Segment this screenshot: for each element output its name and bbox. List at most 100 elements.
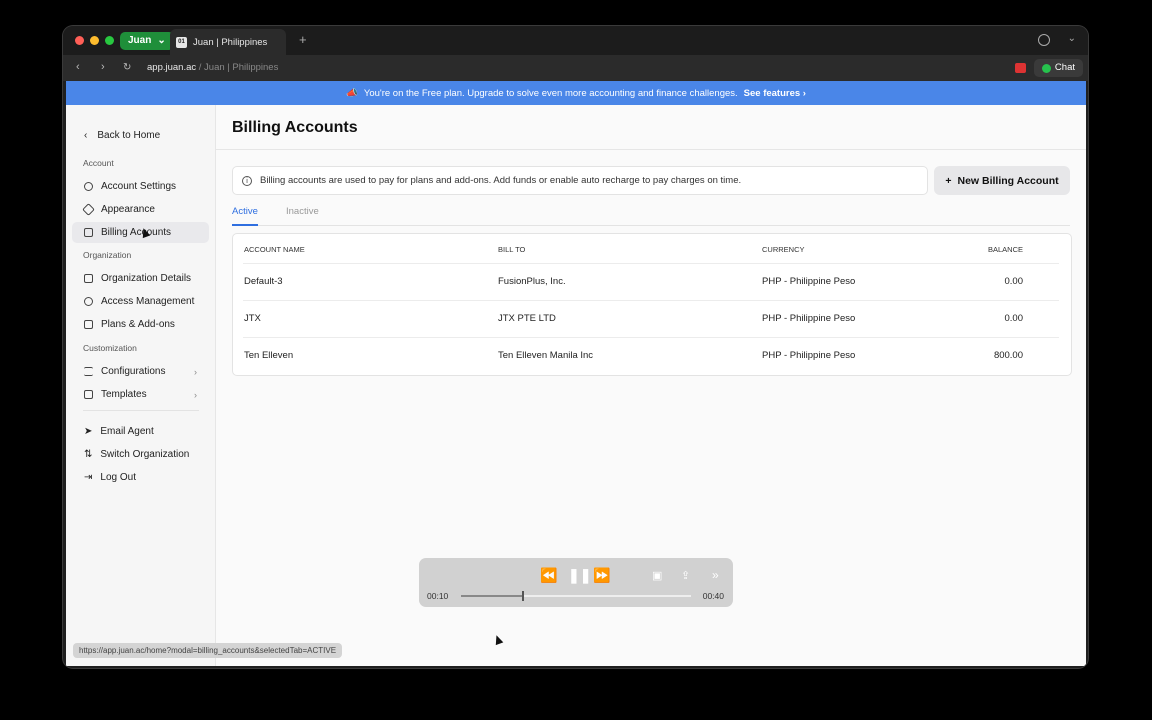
- status-tabs: Active Inactive: [232, 206, 1070, 226]
- info-icon: i: [242, 175, 252, 186]
- column-header: BILL TO: [498, 245, 526, 254]
- sidebar-item-email-agent[interactable]: ➤ Email Agent: [72, 421, 209, 442]
- new-billing-account-button[interactable]: + New Billing Account: [934, 166, 1070, 195]
- column-header: ACCOUNT NAME: [244, 245, 305, 254]
- tab-title: Juan | Philippines: [193, 36, 268, 48]
- scrubber-fill: [461, 595, 524, 597]
- send-icon: ➤: [84, 426, 93, 437]
- download-icon[interactable]: [1038, 34, 1050, 46]
- balance: 0.00: [1004, 276, 1024, 287]
- favicon-icon: 01: [176, 36, 187, 48]
- sidebar-item-plans-addons[interactable]: Plans & Add-ons: [72, 314, 209, 335]
- sidebar-item-log-out[interactable]: ⇥ Log Out: [72, 467, 209, 488]
- chevron-down-icon: ⌄: [157, 35, 166, 46]
- browser-tab[interactable]: 01 Juan | Philippines: [170, 29, 286, 55]
- url-field[interactable]: app.juan.ac / Juan | Philippines: [147, 62, 278, 73]
- forward-arrow-icon[interactable]: ›: [101, 61, 105, 73]
- currency: PHP - Philippine Peso: [762, 276, 856, 287]
- header-divider: [216, 149, 1086, 150]
- new-billing-account-label: New Billing Account: [957, 174, 1059, 187]
- back-to-home-link[interactable]: ‹ Back to Home: [84, 130, 160, 141]
- rewind-icon[interactable]: ⏪: [540, 567, 557, 584]
- record-icon[interactable]: [1015, 63, 1026, 73]
- chat-icon: [1041, 63, 1051, 73]
- scrubber-handle[interactable]: [522, 591, 525, 601]
- brush-icon: [82, 203, 95, 216]
- currency: PHP - Philippine Peso: [762, 313, 856, 324]
- swap-icon: ⇅: [84, 449, 93, 460]
- chevron-right-icon: ›: [194, 389, 197, 400]
- table-header: ACCOUNT NAME BILL TO CURRENCY BALANCE: [233, 234, 1071, 264]
- plan-banner: 📣 You're on the Free plan. Upgrade to so…: [66, 81, 1086, 105]
- sidebar-item-access-management[interactable]: Access Management: [72, 291, 209, 312]
- row-divider: [243, 300, 1059, 301]
- duration: 00:40: [702, 591, 724, 601]
- profile-button[interactable]: Juan ⌄: [120, 32, 174, 50]
- chevron-right-icon: ›: [194, 366, 197, 377]
- row-divider: [243, 337, 1059, 338]
- chat-label: Chat: [1054, 62, 1075, 73]
- banner-text: You're on the Free plan. Upgrade to solv…: [363, 87, 738, 99]
- bill-to: JTX PTE LTD: [498, 313, 556, 324]
- tab-active[interactable]: Active: [232, 206, 258, 226]
- status-bar-url: https://app.juan.ac/home?modal=billing_a…: [73, 643, 343, 658]
- sidebar-item-organization-details[interactable]: Organization Details: [72, 268, 209, 289]
- share-icon[interactable]: ⇪: [681, 569, 690, 582]
- more-icon[interactable]: »: [712, 568, 719, 582]
- picture-in-picture-icon[interactable]: ▣: [652, 569, 662, 582]
- address-bar: ‹ › ↻ app.juan.ac / Juan | Philippines C…: [63, 55, 1088, 81]
- fast-forward-icon[interactable]: ⏩: [593, 567, 610, 584]
- bill-to: Ten Elleven Manila Inc: [498, 350, 594, 361]
- column-header: BALANCE: [987, 245, 1023, 254]
- sidebar-item-appearance[interactable]: Appearance: [72, 199, 209, 220]
- tab-menu-chevron-icon[interactable]: ⌄: [1068, 33, 1076, 44]
- tab-bar: Juan ⌄ 01 Juan | Philippines + ⌄: [63, 26, 1088, 55]
- chevron-left-icon: ‹: [84, 130, 88, 141]
- building-icon: [84, 274, 93, 283]
- table-row[interactable]: Default-3 FusionPlus, Inc. PHP - Philipp…: [233, 263, 1071, 300]
- sidebar-item-switch-organization[interactable]: ⇅ Switch Organization: [72, 444, 209, 465]
- section-heading-organization: Organization: [83, 250, 132, 260]
- column-header: CURRENCY: [762, 245, 805, 254]
- new-tab-button[interactable]: +: [299, 32, 307, 47]
- reload-icon[interactable]: ↻: [123, 62, 131, 73]
- sidebar-divider: [83, 410, 199, 411]
- settings-sidebar: ‹ Back to Home Account Account Settings …: [66, 105, 216, 666]
- info-text: Billing accounts are used to pay for pla…: [260, 175, 742, 186]
- url-host: app.juan.ac: [147, 62, 197, 73]
- back-label: Back to Home: [97, 130, 161, 141]
- see-features-link[interactable]: See features ›: [744, 88, 806, 99]
- minimize-window-button[interactable]: [90, 36, 99, 45]
- billing-accounts-table: ACCOUNT NAME BILL TO CURRENCY BALANCE De…: [232, 233, 1072, 376]
- section-heading-customization: Customization: [83, 343, 137, 353]
- sidebar-item-templates[interactable]: Templates ›: [72, 384, 209, 405]
- bill-to: FusionPlus, Inc.: [498, 276, 566, 287]
- chat-button[interactable]: Chat: [1033, 59, 1083, 77]
- sidebar-item-account-settings[interactable]: Account Settings: [72, 176, 209, 197]
- logout-icon: ⇥: [84, 472, 93, 483]
- row-divider: [243, 263, 1059, 264]
- maximize-window-button[interactable]: [105, 36, 114, 45]
- account-name: Ten Elleven: [244, 350, 294, 361]
- tab-inactive[interactable]: Inactive: [286, 206, 319, 224]
- currency: PHP - Philippine Peso: [762, 350, 856, 361]
- sidebar-item-configurations[interactable]: Configurations ›: [72, 361, 209, 382]
- url-path: / Juan | Philippines: [196, 62, 279, 73]
- balance: 0.00: [1004, 313, 1024, 324]
- close-window-button[interactable]: [75, 36, 84, 45]
- account-name: Default-3: [244, 276, 283, 287]
- layers-icon: [84, 320, 93, 329]
- plus-icon: +: [945, 174, 952, 187]
- info-notice: i Billing accounts are used to pay for p…: [232, 166, 928, 195]
- sliders-icon: [84, 367, 93, 376]
- megaphone-icon: 📣: [346, 87, 358, 99]
- balance: 800.00: [993, 350, 1023, 361]
- back-arrow-icon[interactable]: ‹: [76, 61, 80, 73]
- template-icon: [84, 390, 93, 399]
- table-row[interactable]: JTX JTX PTE LTD PHP - Philippine Peso 0.…: [233, 300, 1071, 337]
- pause-icon[interactable]: ❚❚: [568, 567, 591, 584]
- scrubber-track[interactable]: [461, 591, 691, 601]
- user-icon: [84, 182, 93, 191]
- page-title: Billing Accounts: [232, 119, 358, 136]
- table-row[interactable]: Ten Elleven Ten Elleven Manila Inc PHP -…: [233, 337, 1071, 374]
